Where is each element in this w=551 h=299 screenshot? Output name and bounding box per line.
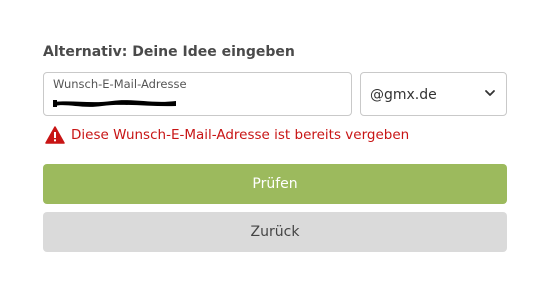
alternative-email-form: Alternativ: Deine Idee eingeben Wunsch-E… <box>43 42 507 252</box>
redaction-mark <box>53 100 176 107</box>
check-button[interactable]: Prüfen <box>43 164 507 204</box>
chevron-down-icon <box>485 90 495 96</box>
email-input-row: Wunsch-E-Mail-Adresse @gmx.de <box>43 72 507 116</box>
wish-email-field[interactable]: Wunsch-E-Mail-Adresse <box>43 72 352 116</box>
domain-select[interactable]: @gmx.de <box>360 72 507 116</box>
warning-icon <box>45 126 65 144</box>
domain-select-value: @gmx.de <box>370 87 437 103</box>
section-heading: Alternativ: Deine Idee eingeben <box>43 44 295 60</box>
wish-email-label: Wunsch-E-Mail-Adresse <box>53 77 187 91</box>
error-message-row: Diese Wunsch-E-Mail-Adresse ist bereits … <box>43 125 507 145</box>
back-button[interactable]: Zurück <box>43 212 507 252</box>
error-message: Diese Wunsch-E-Mail-Adresse ist bereits … <box>71 127 410 143</box>
